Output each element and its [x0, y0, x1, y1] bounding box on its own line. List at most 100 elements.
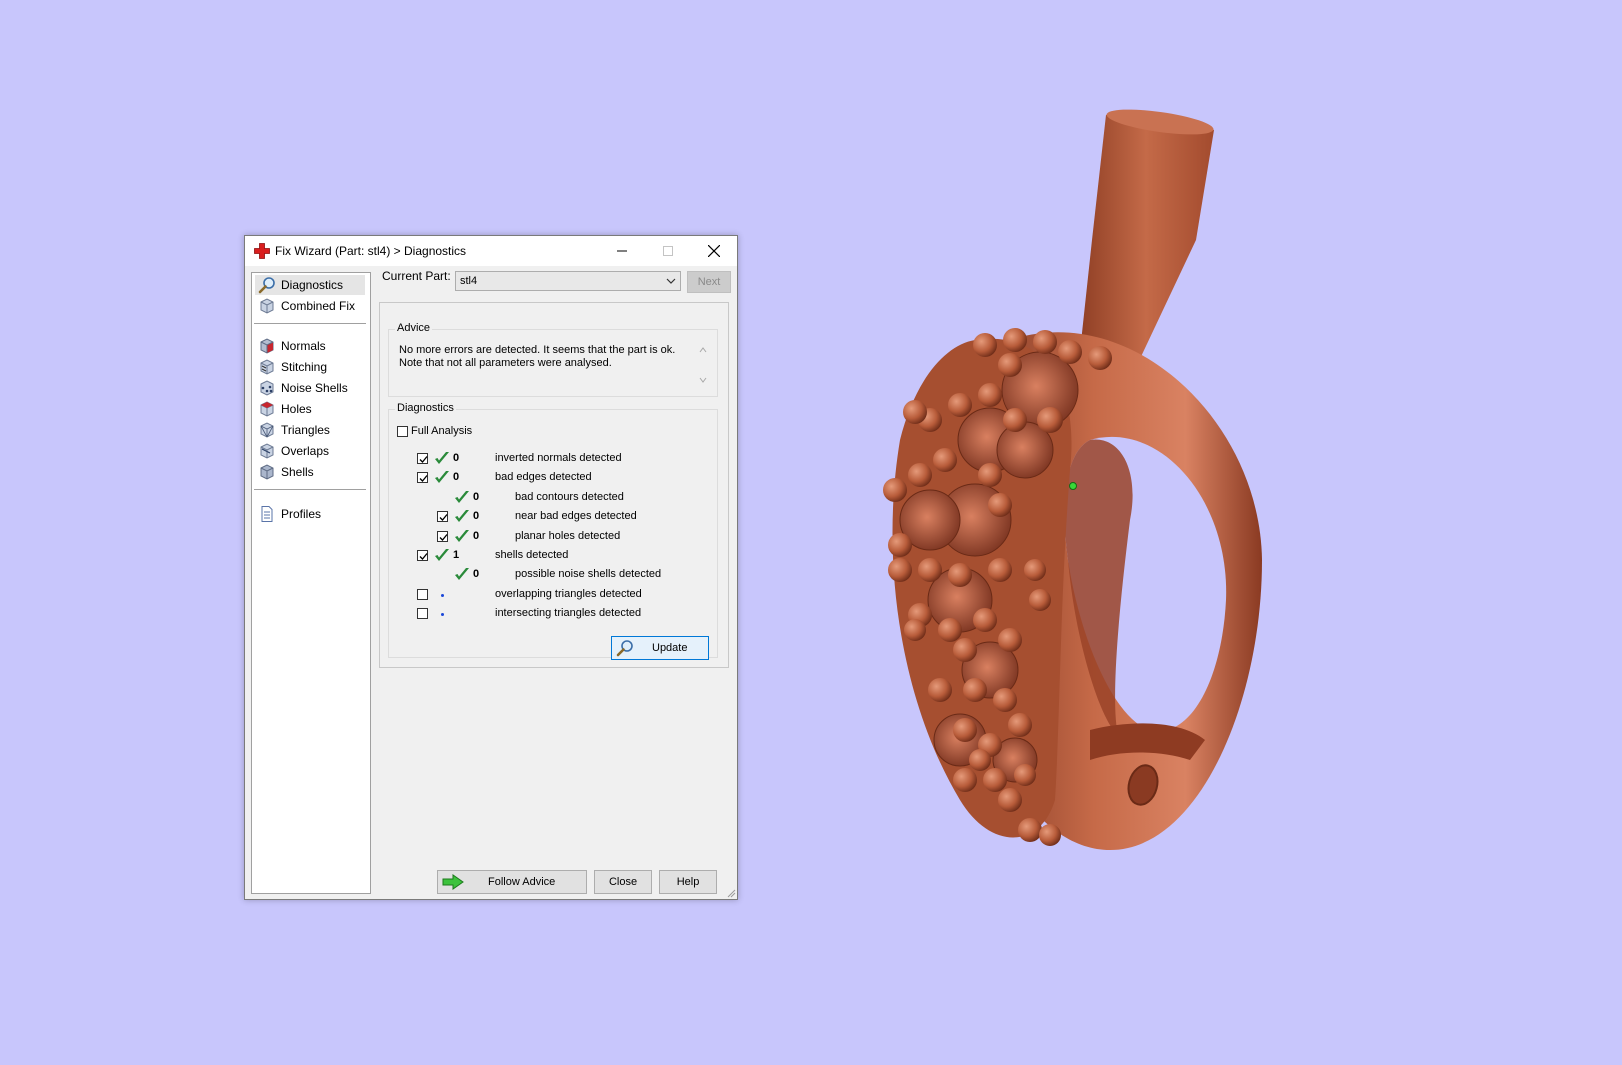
diagnostic-count: 0	[453, 452, 460, 464]
advice-text: No more errors are detected. It seems th…	[399, 344, 684, 370]
diagnostic-count: 0	[473, 510, 480, 523]
scroll-down-icon[interactable]	[699, 376, 707, 384]
diagnostic-checkbox[interactable]	[417, 453, 428, 464]
nav-label-shells: Shells	[281, 465, 314, 479]
nav-label-combined-fix: Combined Fix	[281, 299, 356, 313]
checkmark-icon	[419, 475, 428, 483]
diagnostic-checkbox[interactable]	[437, 511, 448, 523]
overlaps-cube-icon	[260, 443, 274, 459]
close-button[interactable]: Close	[594, 870, 652, 894]
diagnostic-row: 1 shells detected	[389, 547, 719, 565]
help-button[interactable]: Help	[659, 870, 717, 894]
nav-separator	[254, 323, 366, 324]
diagnostic-row: intersecting triangles detected	[389, 605, 719, 623]
nav-label-noise-shells: Noise Shells	[281, 381, 348, 395]
ok-check-icon	[455, 490, 469, 503]
advice-line-2: Note that not all parameters were analys…	[399, 357, 612, 369]
ok-check-icon	[455, 529, 469, 542]
nav-item-profiles[interactable]: Profiles	[255, 504, 365, 524]
diagnostic-label: inverted normals detected	[495, 452, 622, 464]
checkmark-icon	[439, 533, 448, 541]
full-analysis-label: Full Analysis	[411, 425, 473, 437]
diagnostic-count: 0	[473, 529, 480, 542]
triangles-cube-icon	[260, 422, 274, 438]
maximize-button[interactable]	[645, 236, 691, 266]
close-window-button[interactable]	[691, 236, 737, 266]
nav-item-noise-shells[interactable]: Noise Shells	[255, 378, 365, 398]
nav-label-diagnostics: Diagnostics	[281, 278, 344, 292]
follow-advice-button[interactable]: Follow Advice	[437, 870, 587, 894]
nav-item-combined-fix[interactable]: Combined Fix	[255, 296, 365, 316]
diagnostic-label: possible noise shells detected	[515, 568, 662, 581]
advice-line-1: No more errors are detected. It seems th…	[399, 344, 676, 356]
cube-icon	[260, 298, 274, 314]
current-part-value: stl4	[460, 275, 478, 287]
diagnostic-checkbox[interactable]	[417, 550, 428, 561]
magnifier-icon	[258, 277, 275, 294]
nav-label-stitching: Stitching	[281, 360, 328, 374]
window-title: Fix Wizard (Part: stl4) > Diagnostics	[275, 244, 467, 258]
nav-item-diagnostics[interactable]: Diagnostics	[255, 275, 365, 295]
nav-item-stitching[interactable]: Stitching	[255, 357, 365, 377]
minimize-button[interactable]	[599, 236, 645, 266]
diagnostic-label: bad edges detected	[495, 471, 592, 484]
nav-item-overlaps[interactable]: Overlaps	[255, 441, 365, 461]
diagnostic-label: overlapping triangles detected	[495, 587, 642, 600]
nav-separator	[254, 489, 366, 490]
fix-wizard-dialog: Fix Wizard (Part: stl4) > Diagnostics Di…	[244, 235, 738, 900]
stitching-cube-icon	[260, 359, 274, 375]
checkmark-icon	[419, 456, 428, 463]
holes-cube-icon	[260, 401, 274, 417]
current-part-dropdown[interactable]: stl4	[455, 271, 681, 291]
pending-dot-icon	[441, 593, 444, 597]
nav-item-holes[interactable]: Holes	[255, 399, 365, 419]
ok-check-icon	[435, 549, 449, 561]
full-analysis-option[interactable]: Full Analysis	[397, 425, 472, 437]
diagnostic-checkbox[interactable]	[437, 530, 448, 542]
update-button[interactable]: Update	[611, 636, 709, 660]
minimize-icon	[617, 250, 627, 252]
current-part-label: Current Part:	[382, 269, 451, 283]
full-analysis-checkbox[interactable]	[397, 425, 408, 437]
nav-label-normals: Normals	[281, 339, 326, 353]
title-bar[interactable]: Fix Wizard (Part: stl4) > Diagnostics	[245, 236, 737, 266]
checkmark-icon	[419, 553, 428, 560]
update-label: Update	[652, 642, 688, 654]
ok-check-icon	[455, 568, 469, 581]
nav-label-overlaps: Overlaps	[281, 444, 330, 458]
diagnostics-group: Diagnostics Full Analysis 0 inverted norm…	[388, 402, 719, 660]
advice-title: Advice	[395, 322, 433, 334]
document-icon	[261, 506, 273, 522]
close-icon	[708, 245, 720, 257]
diagnostics-title: Diagnostics	[395, 402, 456, 414]
magnifier-icon	[616, 640, 633, 657]
nav-item-triangles[interactable]: Triangles	[255, 420, 365, 440]
follow-advice-label: Follow Advice	[488, 876, 556, 888]
selection-point-marker	[1069, 482, 1077, 490]
nav-item-shells[interactable]: Shells	[255, 462, 365, 482]
red-cross-icon	[254, 243, 270, 259]
diagnostic-label: shells detected	[495, 549, 569, 561]
ok-check-icon	[455, 510, 469, 523]
diagnostic-row: 0 planar holes detected	[389, 528, 719, 546]
diagnostic-count: 0	[473, 490, 480, 503]
nav-item-normals[interactable]: Normals	[255, 336, 365, 356]
resize-grip-icon[interactable]	[726, 888, 736, 898]
diagnostic-checkbox[interactable]	[417, 472, 428, 484]
normals-cube-icon	[260, 338, 274, 354]
diagnostic-count: 0	[453, 471, 460, 484]
wizard-navigation: Diagnostics Combined Fix Normals Stitchi…	[251, 272, 371, 894]
maximize-icon	[663, 246, 673, 256]
diagnostic-checkbox[interactable]	[417, 608, 428, 620]
scroll-up-icon[interactable]	[699, 346, 707, 354]
noise-shells-icon	[260, 380, 274, 396]
next-button[interactable]: Next	[687, 271, 731, 293]
diagnostics-panel: Advice No more errors are detected. It s…	[379, 302, 729, 668]
diagnostic-label: near bad edges detected	[515, 510, 637, 523]
diagnostic-checkbox[interactable]	[417, 588, 428, 600]
diagnostic-label: bad contours detected	[515, 490, 624, 503]
diagnostic-count: 0	[473, 568, 480, 581]
nav-label-triangles: Triangles	[281, 423, 330, 437]
shells-cube-icon	[260, 464, 274, 480]
diagnostic-row: overlapping triangles detected	[389, 586, 719, 604]
